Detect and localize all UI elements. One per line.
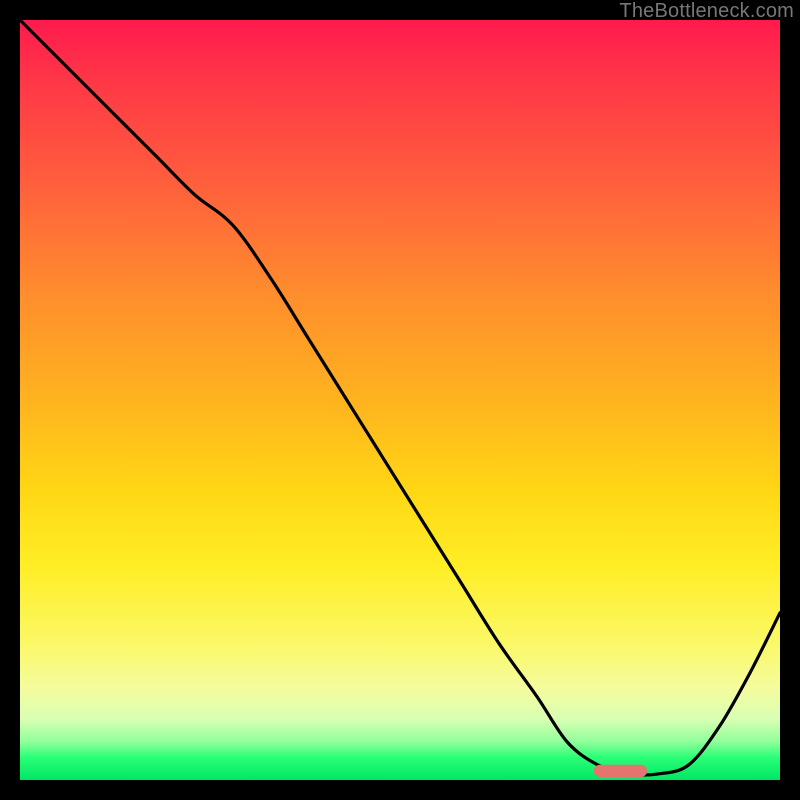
curve-layer (20, 20, 780, 780)
chart-frame: TheBottleneck.com (0, 0, 800, 800)
watermark-text: TheBottleneck.com (619, 0, 794, 23)
plot-area (20, 20, 780, 780)
optimal-marker (594, 765, 647, 777)
bottleneck-curve (20, 20, 780, 775)
